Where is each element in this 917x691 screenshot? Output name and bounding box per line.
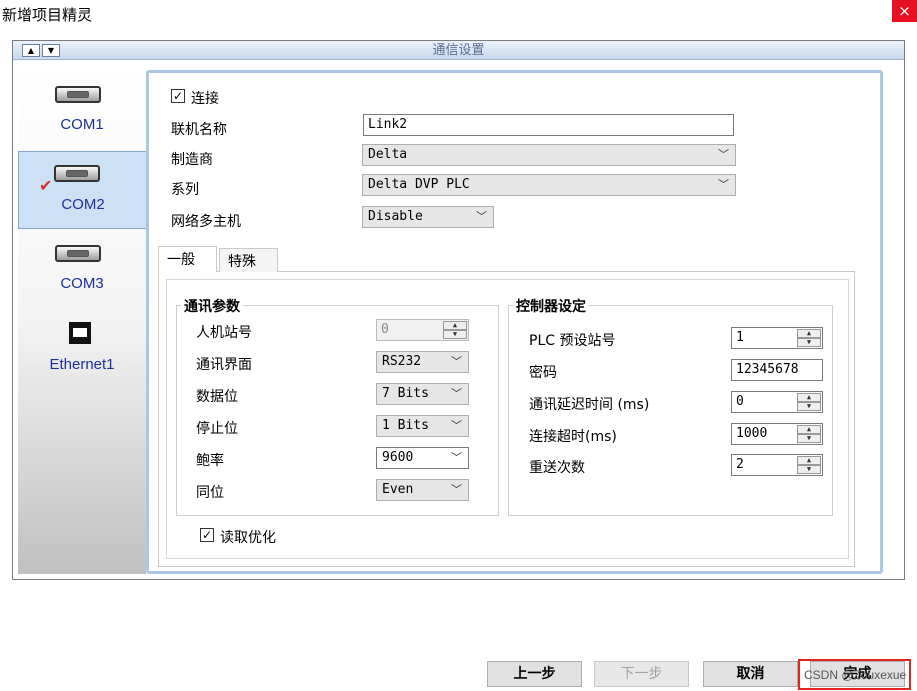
close-button[interactable]: ×	[892, 0, 917, 22]
plc-station-label: PLC 预设站号	[529, 333, 616, 349]
stop-bits-label: 停止位	[196, 421, 238, 437]
baud-select[interactable]: 9600 ﹀	[376, 447, 469, 469]
link-name-label: 联机名称	[171, 122, 227, 138]
serial-port-icon	[55, 245, 101, 262]
chevron-down-icon: ﹀	[476, 210, 487, 223]
series-value: Delta DVP PLC	[368, 177, 470, 192]
stop-bits-select[interactable]: 1 Bits ﹀	[376, 415, 469, 437]
close-icon: ×	[898, 2, 911, 20]
read-opt-checkbox[interactable]: ✓	[200, 528, 214, 542]
manufacturer-label: 制造商	[171, 152, 213, 168]
serial-port-icon	[54, 165, 100, 182]
spin-buttons[interactable]: ▲ ▼	[797, 456, 821, 474]
retry-value: 2	[736, 457, 744, 472]
comm-params-title: 通讯参数	[181, 296, 243, 316]
delay-value: 0	[736, 394, 744, 409]
port-label: Ethernet1	[49, 356, 115, 373]
parity-select[interactable]: Even ﹀	[376, 479, 469, 501]
selected-check-icon: ✔	[39, 176, 53, 195]
data-bits-label: 数据位	[196, 389, 238, 405]
chevron-down-icon: ﹀	[451, 483, 462, 496]
window-title: 新增项目精灵	[2, 6, 93, 24]
spin-buttons[interactable]: ▲ ▼	[797, 329, 821, 347]
tab-label: 一般	[167, 252, 195, 268]
timeout-value: 1000	[736, 426, 768, 441]
spin-buttons[interactable]: ▲ ▼	[797, 425, 821, 443]
multi-master-select[interactable]: Disable ﹀	[362, 206, 494, 228]
port-item-com2[interactable]: ✔ COM2	[18, 151, 146, 229]
scroll-up-button[interactable]: ▲	[22, 44, 40, 57]
baud-label: 鲍率	[196, 453, 224, 469]
up-arrow-icon: ▲	[27, 46, 35, 55]
timeout-label: 连接超时(ms)	[529, 429, 617, 445]
tab-label: 特殊	[228, 254, 256, 270]
delay-label: 通讯延迟时间 (ms)	[529, 397, 650, 413]
watermark: CSDN @Zouxexue	[804, 668, 907, 682]
data-bits-value: 7 Bits	[382, 386, 429, 401]
chevron-down-icon: ﹀	[451, 451, 462, 464]
serial-port-icon	[55, 86, 101, 103]
plc-station-value: 1	[736, 330, 744, 345]
chevron-down-icon: ﹀	[718, 148, 729, 161]
baud-value: 9600	[382, 450, 414, 465]
spin-buttons[interactable]: ▲ ▼	[797, 393, 821, 411]
tab-special[interactable]: 特殊	[219, 248, 278, 272]
hmi-station-value: 0	[381, 322, 389, 337]
chevron-down-icon: ﹀	[718, 178, 729, 191]
next-button[interactable]: 下一步	[594, 661, 689, 687]
multi-master-value: Disable	[368, 209, 423, 224]
link-name-input[interactable]: Link2	[363, 114, 734, 136]
scroll-down-button[interactable]: ▼	[42, 44, 60, 57]
plc-station-stepper[interactable]: 1 ▲ ▼	[731, 327, 823, 349]
stop-bits-value: 1 Bits	[382, 418, 429, 433]
chevron-down-icon: ﹀	[451, 419, 462, 432]
password-input[interactable]: 12345678	[731, 359, 823, 381]
retry-stepper[interactable]: 2 ▲ ▼	[731, 454, 823, 476]
hmi-station-label: 人机站号	[196, 325, 252, 341]
interface-select[interactable]: RS232 ﹀	[376, 351, 469, 373]
port-label: COM2	[61, 196, 105, 213]
series-label: 系列	[171, 182, 199, 198]
interface-label: 通讯界面	[196, 357, 252, 373]
port-item-ethernet1[interactable]: Ethernet1	[18, 312, 146, 388]
read-opt-label: 读取优化	[220, 530, 276, 546]
back-button[interactable]: 上一步	[487, 661, 582, 687]
retry-label: 重送次数	[529, 460, 585, 476]
connect-label: 连接	[191, 91, 219, 107]
password-label: 密码	[529, 365, 557, 381]
chevron-down-icon: ﹀	[451, 355, 462, 368]
spin-buttons: ▲ ▼	[443, 321, 467, 339]
interface-value: RS232	[382, 354, 422, 369]
controller-title: 控制器设定	[513, 296, 589, 316]
title-bar: 新增项目精灵 ×	[0, 0, 917, 30]
parity-value: Even	[382, 482, 414, 497]
cancel-button[interactable]: 取消	[703, 661, 798, 687]
manufacturer-value: Delta	[368, 147, 408, 162]
port-item-com1[interactable]: COM1	[18, 74, 146, 150]
manufacturer-select[interactable]: Delta ﹀	[362, 144, 736, 166]
section-header: 通信设置	[13, 41, 904, 60]
tab-general[interactable]: 一般	[158, 246, 217, 272]
connect-checkbox[interactable]: ✓	[171, 89, 185, 103]
ethernet-port-icon	[69, 322, 91, 344]
chevron-down-icon: ﹀	[451, 387, 462, 400]
parity-label: 同位	[196, 485, 224, 501]
port-label: COM1	[60, 116, 104, 133]
delay-stepper[interactable]: 0 ▲ ▼	[731, 391, 823, 413]
port-item-com3[interactable]: COM3	[18, 232, 146, 308]
multi-master-label: 网络多主机	[171, 214, 241, 230]
timeout-stepper[interactable]: 1000 ▲ ▼	[731, 423, 823, 445]
down-arrow-icon: ▼	[47, 46, 55, 55]
data-bits-select[interactable]: 7 Bits ﹀	[376, 383, 469, 405]
series-select[interactable]: Delta DVP PLC ﹀	[362, 174, 736, 196]
section-title: 通信设置	[432, 43, 485, 58]
port-label: COM3	[60, 275, 104, 292]
hmi-station-stepper: 0 ▲ ▼	[376, 319, 469, 341]
